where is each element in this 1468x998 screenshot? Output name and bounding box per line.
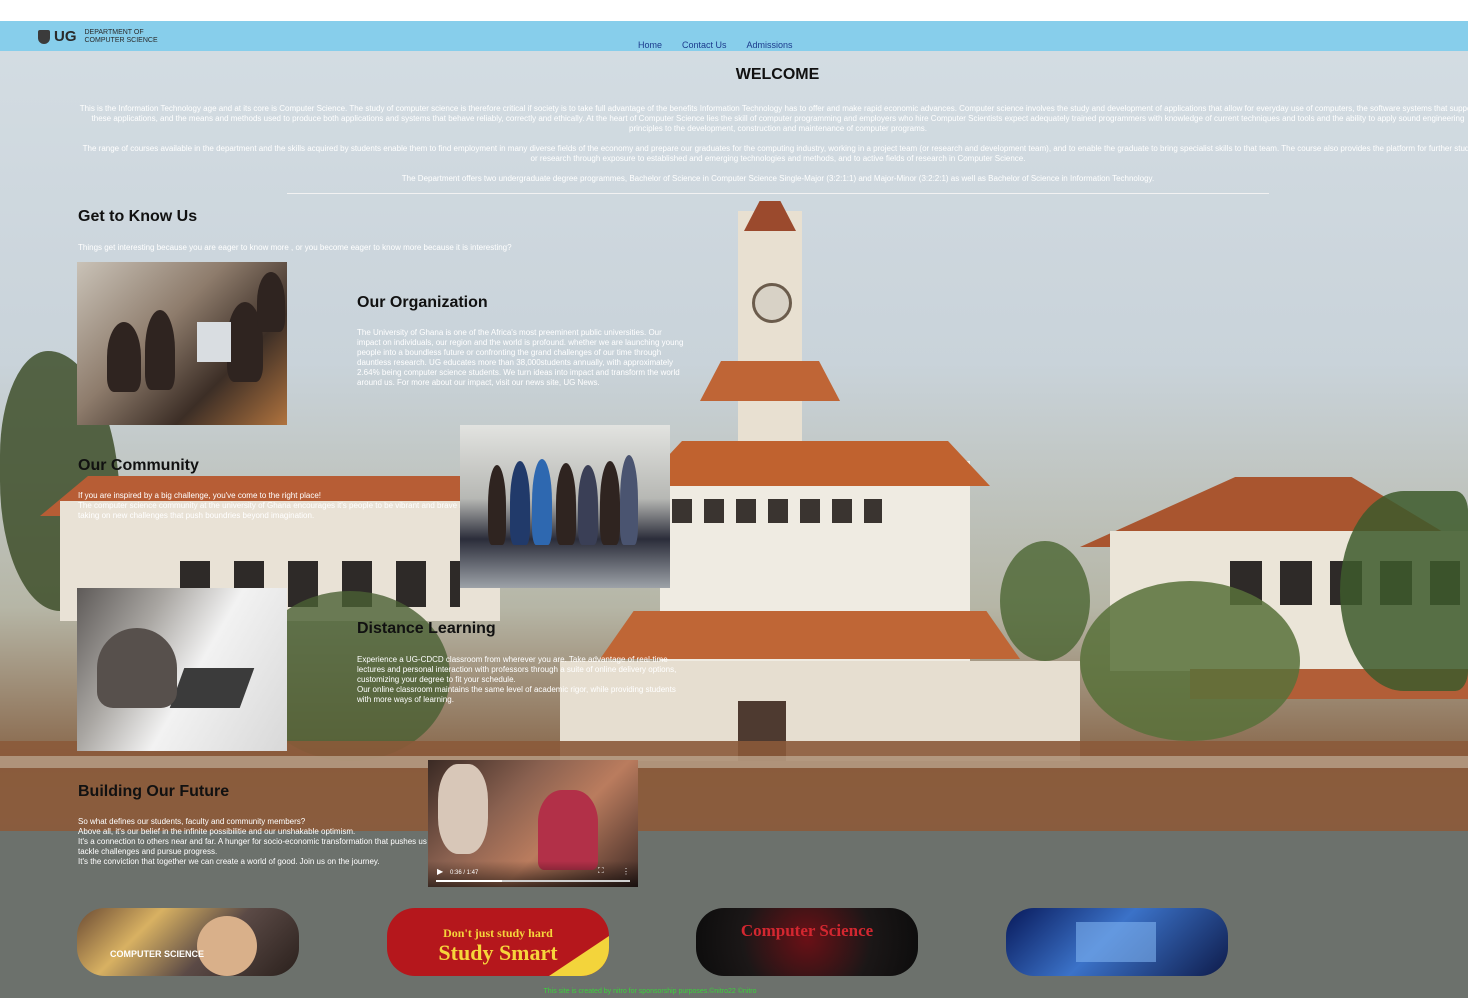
- welcome-paragraph-3: The Department offers two undergraduate …: [401, 174, 1155, 183]
- know-us-heading: Get to Know Us: [78, 208, 198, 225]
- banner-2-line-1: Don't just study hard: [443, 926, 553, 940]
- welcome-paragraph-2: The range of courses available in the de…: [82, 144, 1468, 163]
- dept-line-1: DEPARTMENT OF: [84, 28, 144, 36]
- ug-crest-icon: [38, 29, 50, 44]
- welcome-heading: WELCOME: [735, 66, 820, 83]
- more-options-icon[interactable]: ⋮: [622, 867, 630, 876]
- video-time: 0:36 / 1:47: [450, 870, 479, 876]
- footer-credit: This site is created by nitro for sponso…: [543, 988, 757, 995]
- banner-1-text: COMPUTER SCIENCE: [109, 949, 204, 959]
- organization-text: The University of Ghana is one of the Af…: [357, 328, 684, 387]
- top-navigation-bar: UG DEPARTMENT OF COMPUTER SCIENCE Home C…: [0, 21, 1468, 51]
- community-line-1: If you are inspired by a big challenge, …: [78, 491, 322, 500]
- computer-science-wordcloud-banner[interactable]: Computer Science: [696, 908, 918, 976]
- students-at-computers-image: [77, 262, 287, 425]
- distance-line-1: Experience a UG-CDCD classroom from wher…: [357, 655, 677, 684]
- community-heading: Our Community: [78, 457, 199, 474]
- play-icon[interactable]: ▶: [437, 867, 443, 876]
- future-line-1: So what defines our students, faculty an…: [78, 817, 306, 826]
- building-future-text: So what defines our students, faculty an…: [78, 817, 438, 867]
- know-us-text: Things get interesting because you are e…: [78, 243, 512, 252]
- main-content: WELCOME This is the Information Technolo…: [0, 0, 1468, 998]
- future-line-4: It's the conviction that together we can…: [78, 857, 380, 866]
- group-photo-image: [460, 425, 670, 588]
- fullscreen-icon[interactable]: ⛶: [598, 866, 604, 876]
- video-player[interactable]: ▶ 0:36 / 1:47 ⛶ ⋮: [428, 760, 638, 887]
- community-line-2: The computer science community at the un…: [78, 501, 466, 520]
- future-line-2: Above all, it's our belief in the infini…: [78, 827, 356, 836]
- distance-line-2: Our online classroom maintains the same …: [357, 685, 676, 704]
- video-controls: ▶ 0:36 / 1:47 ⛶ ⋮: [428, 861, 638, 887]
- banner-3-text: Computer Science: [740, 921, 874, 940]
- community-text: If you are inspired by a big challenge, …: [78, 491, 468, 521]
- distance-learning-heading: Distance Learning: [357, 620, 496, 637]
- nav-home-link[interactable]: Home: [638, 40, 662, 50]
- laptop-typing-image: [77, 588, 287, 751]
- logo-text: UG: [54, 28, 77, 45]
- future-line-3: It's a connection to others near and far…: [78, 837, 436, 856]
- study-smart-banner[interactable]: Don't just study hard Study Smart: [387, 908, 609, 976]
- banner-2-line-2: Study Smart: [438, 940, 558, 965]
- building-future-heading: Building Our Future: [78, 783, 230, 800]
- dept-line-2: COMPUTER SCIENCE: [84, 36, 158, 44]
- video-progress-bar[interactable]: [436, 880, 630, 882]
- section-divider: [287, 193, 1269, 194]
- tech-lab-banner[interactable]: [1006, 908, 1228, 976]
- computer-science-banner[interactable]: COMPUTER SCIENCE: [77, 908, 299, 976]
- nav-admissions-link[interactable]: Admissions: [747, 40, 793, 50]
- dept-name: DEPARTMENT OF COMPUTER SCIENCE: [85, 29, 158, 45]
- distance-learning-text: Experience a UG-CDCD classroom from wher…: [357, 655, 677, 705]
- nav-contact-link[interactable]: Contact Us: [682, 40, 727, 50]
- welcome-paragraph-1: This is the Information Technology age a…: [79, 104, 1468, 133]
- ug-logo[interactable]: UG DEPARTMENT OF COMPUTER SCIENCE: [38, 28, 158, 45]
- video-progress-fill: [436, 880, 502, 882]
- organization-heading: Our Organization: [357, 294, 488, 311]
- main-nav: Home Contact Us Admissions: [638, 40, 793, 50]
